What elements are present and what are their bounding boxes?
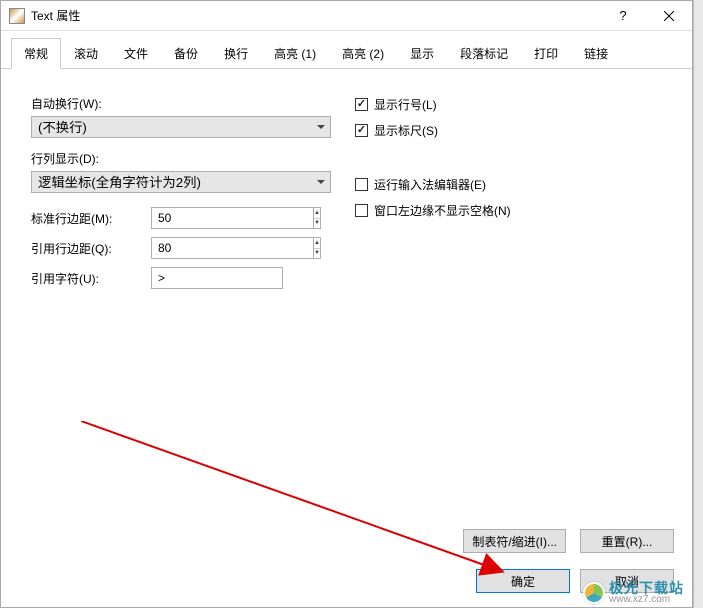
tab-content-general: 自动换行(W): (不换行) 行列显示(D): 逻辑坐标(全角字符计为2列) 标… [1,69,692,539]
quote-char-input[interactable] [151,267,283,289]
right-column: 显示行号(L) 显示标尺(S) 运行输入法编辑器(E) 窗口左边缘不显示空格(N… [341,95,662,297]
reset-button[interactable]: 重置(R)... [580,529,674,553]
ok-button[interactable]: 确定 [476,569,570,593]
tab-file[interactable]: 文件 [111,38,161,69]
watermark: 极光下载站 www.xz7.com [583,581,684,605]
quote-margin-label: 引用行边距(Q): [31,240,151,257]
watermark-logo-icon [583,582,605,604]
spin-buttons[interactable]: ▲▼ [313,207,321,229]
ime-label: 运行输入法编辑器(E) [374,176,486,193]
no-space-left-checkbox[interactable] [355,204,368,217]
tab-general[interactable]: 常规 [11,38,61,69]
ime-checkbox[interactable] [355,178,368,191]
std-margin-input[interactable] [151,207,313,229]
tab-highlight1[interactable]: 高亮 (1) [261,38,329,69]
window-title: Text 属性 [31,7,600,24]
show-ruler-label: 显示标尺(S) [374,122,438,139]
tab-highlight2[interactable]: 高亮 (2) [329,38,397,69]
tab-wrap[interactable]: 换行 [211,38,261,69]
help-button[interactable]: ? [600,1,646,31]
quote-margin-spinner[interactable]: ▲▼ [151,237,283,259]
std-margin-label: 标准行边距(M): [31,210,151,227]
line-display-label: 行列显示(D): [31,150,341,167]
std-margin-spinner[interactable]: ▲▼ [151,207,283,229]
left-column: 自动换行(W): (不换行) 行列显示(D): 逻辑坐标(全角字符计为2列) 标… [31,95,341,297]
no-space-left-label: 窗口左边缘不显示空格(N) [374,202,511,219]
app-icon [9,8,25,24]
line-display-select[interactable]: 逻辑坐标(全角字符计为2列) [31,171,331,193]
quote-margin-input[interactable] [151,237,313,259]
auto-wrap-select[interactable]: (不换行) [31,116,331,138]
show-ruler-checkbox[interactable] [355,124,368,137]
tab-backup[interactable]: 备份 [161,38,211,69]
show-line-no-label: 显示行号(L) [374,96,437,113]
close-button[interactable] [646,1,692,31]
tab-print[interactable]: 打印 [521,38,571,69]
secondary-buttons: 制表符/缩进(I)... 重置(R)... [463,529,674,553]
tab-scroll[interactable]: 滚动 [61,38,111,69]
tab-display[interactable]: 显示 [397,38,447,69]
tab-paragraph[interactable]: 段落标记 [447,38,521,69]
watermark-url: www.xz7.com [609,595,684,605]
titlebar: Text 属性 ? [1,1,692,31]
show-line-no-checkbox[interactable] [355,98,368,111]
watermark-brand: 极光下载站 [609,581,684,595]
tab-link[interactable]: 链接 [571,38,621,69]
tab-indent-button[interactable]: 制表符/缩进(I)... [463,529,566,553]
quote-char-label: 引用字符(U): [31,270,151,287]
tabstrip: 常规 滚动 文件 备份 换行 高亮 (1) 高亮 (2) 显示 段落标记 打印 … [1,37,692,69]
auto-wrap-label: 自动换行(W): [31,95,341,112]
right-edge-strip [693,0,703,608]
text-properties-dialog: Text 属性 ? 常规 滚动 文件 备份 换行 高亮 (1) 高亮 (2) 显… [0,0,693,608]
spin-buttons[interactable]: ▲▼ [313,237,321,259]
